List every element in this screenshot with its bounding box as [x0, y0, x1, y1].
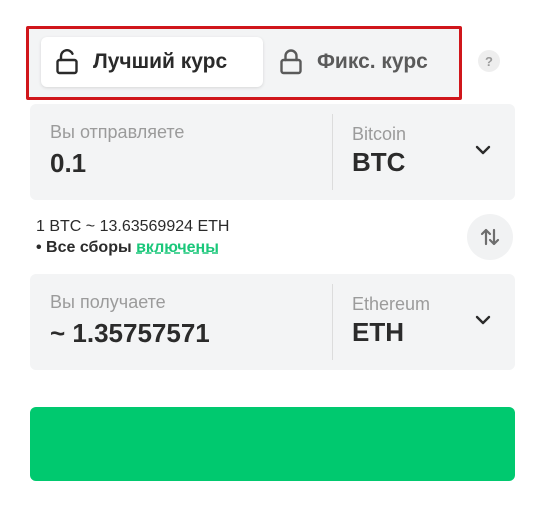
send-currency-select[interactable]: Bitcoin BTC [333, 104, 515, 200]
receive-label: Вы получаете [50, 292, 166, 312]
receive-currency-name: Ethereum [352, 294, 431, 314]
exchange-button[interactable] [30, 407, 515, 481]
send-amount-input[interactable] [50, 148, 320, 179]
send-currency-name: Bitcoin [352, 124, 407, 144]
send-amount-box: Вы отправляете Bitcoin BTC [30, 104, 515, 200]
receive-amount-input[interactable] [50, 318, 320, 349]
rate-type-toggle: Лучший курс Фикс. курс [26, 26, 462, 100]
chevron-down-icon [473, 140, 493, 160]
tab-fixed-rate[interactable]: Фикс. курс [267, 37, 447, 87]
send-currency-ticker: BTC [352, 147, 406, 177]
question-icon[interactable]: ? [478, 50, 500, 72]
tab-fixed-rate-label: Фикс. курс [317, 50, 428, 73]
send-label: Вы отправляете [50, 122, 185, 142]
fees-text: • Все сборы [36, 239, 137, 256]
tab-best-rate-label: Лучший курс [93, 50, 228, 73]
rate-info: 1 BTC ~ 13.63569924 ETH • Все сборы вклю… [36, 216, 229, 258]
lock-closed-icon [279, 49, 303, 75]
swap-currencies-button[interactable] [467, 214, 513, 260]
lock-open-icon [55, 49, 79, 75]
swap-arrows-icon [478, 225, 502, 249]
exchange-rate-text: 1 BTC ~ 13.63569924 ETH [36, 218, 230, 235]
chevron-down-icon [473, 310, 493, 330]
tab-best-rate[interactable]: Лучший курс [41, 37, 263, 87]
receive-currency-select[interactable]: Ethereum ETH [333, 274, 515, 370]
fees-included-link[interactable]: включены [136, 239, 219, 256]
receive-amount-box: Вы получаете Ethereum ETH [30, 274, 515, 370]
receive-currency-ticker: ETH [352, 317, 404, 347]
